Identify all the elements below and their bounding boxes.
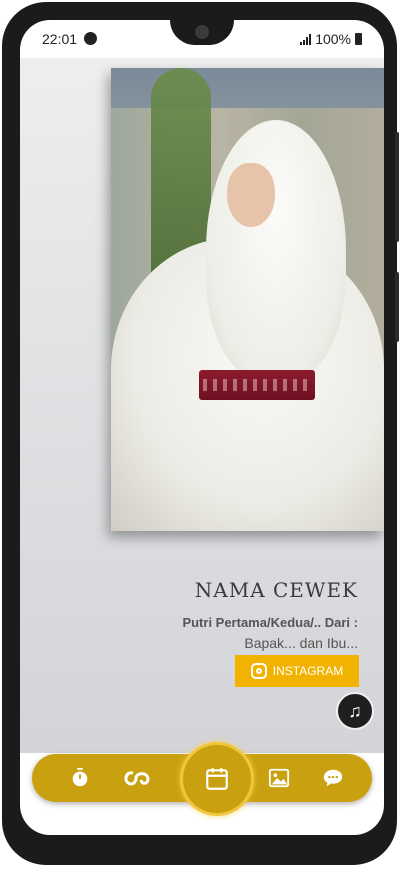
status-time: 22:01 <box>42 31 78 47</box>
instagram-button[interactable]: INSTAGRAM <box>235 655 359 687</box>
chat-icon <box>323 769 343 787</box>
instagram-icon <box>250 663 267 679</box>
photo-belt <box>199 370 315 400</box>
parents-text: Bapak... dan Ibu... <box>244 635 358 651</box>
instagram-label: INSTAGRAM <box>272 664 344 678</box>
couple-icon <box>124 771 150 786</box>
battery-icon <box>355 33 362 45</box>
front-camera <box>195 25 209 39</box>
nav-gallery-button[interactable] <box>267 766 291 790</box>
signal-icon <box>300 33 312 45</box>
bride-photo <box>111 68 384 531</box>
music-toggle-button[interactable]: ♫ <box>336 692 374 730</box>
nav-chat-button[interactable] <box>321 766 345 790</box>
nav-couple-button[interactable] <box>120 766 152 790</box>
status-right: 100% <box>300 31 362 47</box>
bride-name: NAMA CEWEK <box>194 578 358 602</box>
battery-percentage: 100% <box>315 31 351 47</box>
nav-countdown-button[interactable] <box>68 766 92 790</box>
phone-frame: 22:01 100% NAMA CEWEK Putri Pertama/Kedu… <box>2 2 399 865</box>
child-order-text: Putri Pertama/Kedua/.. Dari : <box>182 615 358 630</box>
nav-event-button[interactable] <box>180 742 254 816</box>
music-note-icon: ♫ <box>348 700 362 721</box>
spotify-icon <box>84 32 97 45</box>
stopwatch-icon <box>72 767 88 787</box>
gallery-icon <box>268 768 290 788</box>
photo-face <box>227 163 275 227</box>
screen: 22:01 100% NAMA CEWEK Putri Pertama/Kedu… <box>20 20 384 835</box>
main-content: NAMA CEWEK Putri Pertama/Kedua/.. Dari :… <box>20 58 384 753</box>
photo-veil <box>206 120 346 380</box>
volume-button <box>395 132 399 242</box>
power-button <box>395 272 399 342</box>
bottom-navigation <box>32 742 372 816</box>
calendar-icon <box>206 768 228 790</box>
